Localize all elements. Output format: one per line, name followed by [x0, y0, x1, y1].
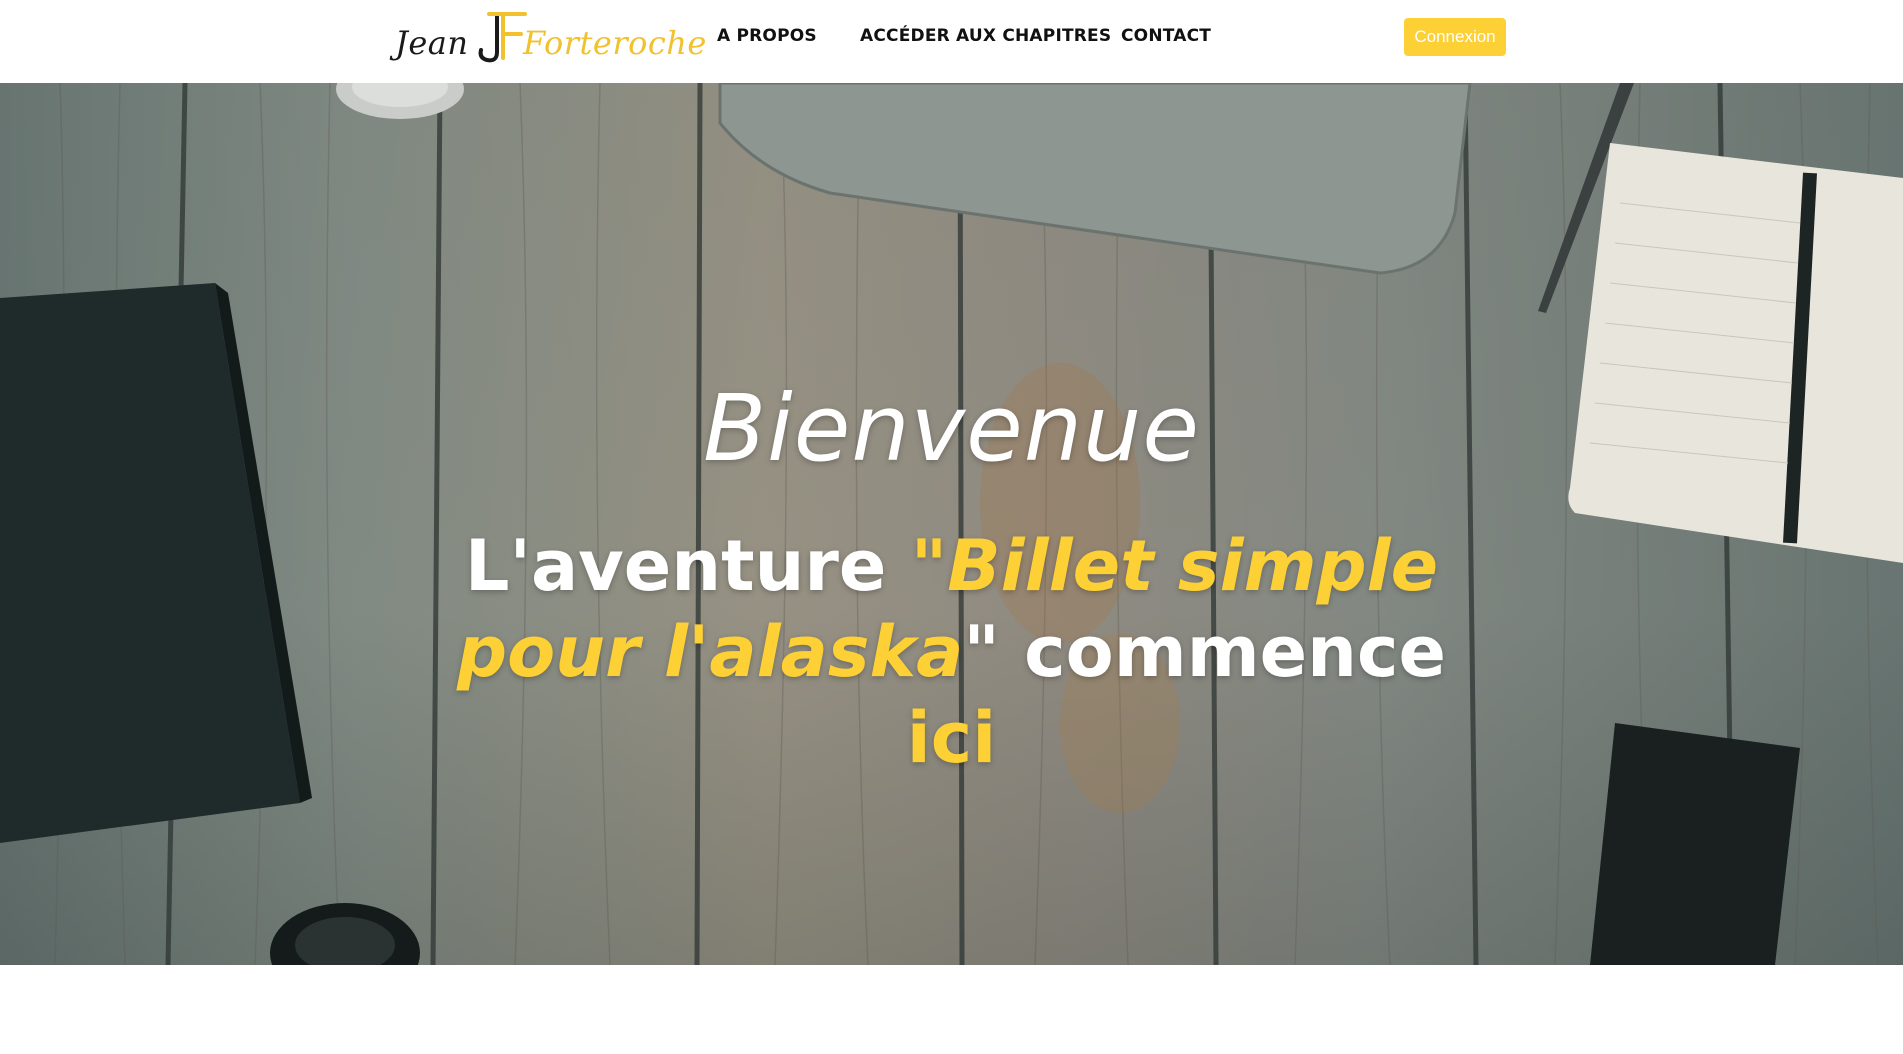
- logo-first-name: Jean: [395, 24, 469, 62]
- tagline-part3: ici: [906, 697, 997, 779]
- hero-banner: Bienvenue L'aventure "Billet simple pour…: [0, 83, 1903, 965]
- hero-welcome-heading: Bienvenue: [703, 375, 1200, 482]
- logo-monogram-icon: [478, 12, 527, 63]
- tagline-part2: commence: [999, 611, 1446, 693]
- login-button[interactable]: Connexion: [1404, 18, 1506, 56]
- nav-link-chapitres[interactable]: ACCÉDER AUX CHAPITRES: [860, 26, 1111, 46]
- logo-last-name: Forteroche: [523, 24, 707, 62]
- tagline-quote-close: ": [963, 611, 1000, 693]
- tagline-part1: L'aventure: [464, 525, 911, 607]
- top-navigation-bar: Jean Forteroche A PROPOS ACCÉDER AUX CHA…: [0, 0, 1903, 83]
- site-logo[interactable]: Jean Forteroche: [395, 8, 706, 68]
- hero-tagline: L'aventure "Billet simple pour l'alaska"…: [440, 523, 1463, 781]
- hero-content: Bienvenue L'aventure "Billet simple pour…: [0, 83, 1903, 965]
- nav-link-contact[interactable]: CONTACT: [1121, 26, 1211, 46]
- nav-link-a-propos[interactable]: A PROPOS: [717, 26, 817, 46]
- tagline-quote-open: ": [910, 525, 948, 607]
